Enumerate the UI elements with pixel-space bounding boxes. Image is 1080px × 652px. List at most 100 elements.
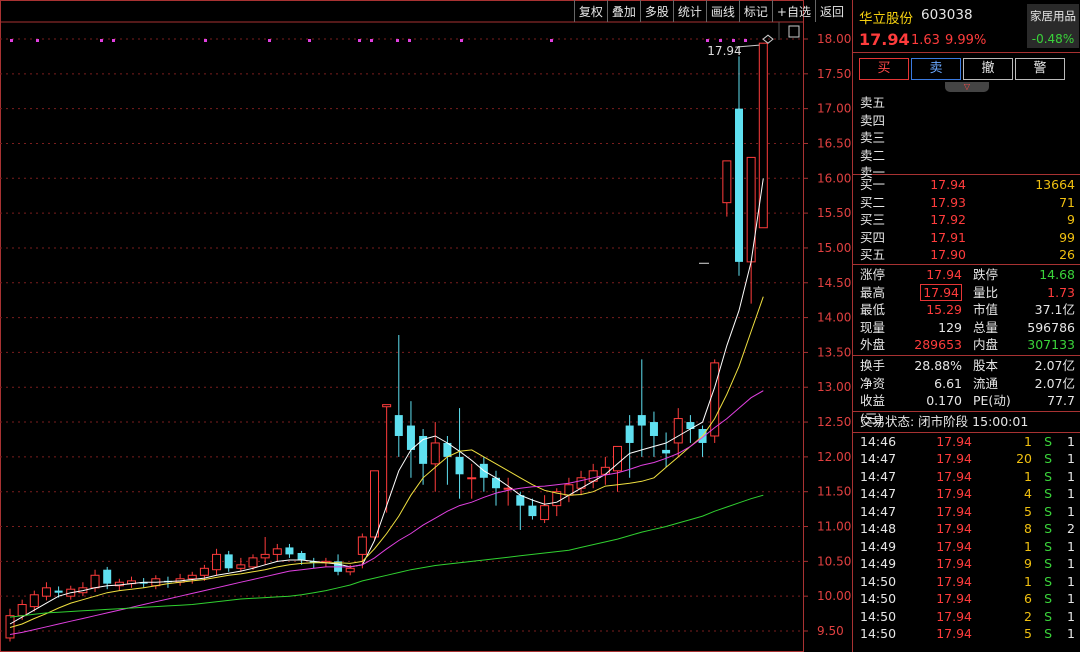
limit-up-label: 涨停 (860, 266, 886, 282)
moving-average-line (9, 178, 764, 625)
chart-window-toggle-icon (788, 25, 800, 38)
stock-price: 17.94 (859, 30, 910, 49)
collapse-chevron-icon[interactable]: ▽ (945, 82, 989, 92)
trade-count: 1 (1067, 468, 1075, 484)
candle-body (260, 553, 270, 559)
stock-header: 华立股份 603038 17.94 1.63 9.99% 家居用品 -0.48% (853, 0, 1080, 53)
toolbar-draw-button[interactable]: 画线 (705, 0, 739, 22)
candle-body (722, 160, 732, 204)
shares-label: 股本 (973, 357, 999, 373)
quote-row: 涨停 17.94 跌停 14.68 (853, 266, 1080, 284)
sector-pct: -0.48% (1031, 32, 1075, 46)
event-marker (408, 39, 411, 42)
cur-vol-value: 129 (938, 319, 962, 335)
trade-time: 14:46 (860, 433, 897, 449)
y-tick-label: 10.00 (817, 589, 851, 603)
buy-level-label: 买五 (860, 247, 886, 263)
event-marker (396, 39, 399, 42)
event-marker (112, 39, 115, 42)
vol-ratio-label: 量比 (973, 284, 999, 300)
trade-count: 1 (1067, 556, 1075, 572)
trade-price: 17.94 (936, 486, 972, 502)
buy-level-price: 17.92 (930, 212, 966, 228)
sell-button[interactable]: 卖 (911, 58, 961, 80)
limit-down-value: 14.68 (1039, 266, 1075, 282)
trade-row: 14:47 17.94 20 S 1 (853, 450, 1080, 468)
sector-badge[interactable]: 家居用品 -0.48% (1027, 4, 1079, 48)
trade-volume: 5 (1024, 626, 1032, 642)
low-value: 15.29 (926, 302, 962, 318)
trade-time: 14:47 (860, 468, 897, 484)
stock-name: 华立股份 (859, 11, 913, 27)
buy-level-price: 17.90 (930, 247, 966, 263)
trade-count: 1 (1067, 503, 1075, 519)
trade-volume: 2 (1024, 608, 1032, 624)
trade-volume: 4 (1024, 486, 1032, 502)
toolbar-adjust-button[interactable]: 复权 (573, 0, 607, 22)
low-label: 最低 (860, 302, 886, 318)
kline-chart-area[interactable]: 18.00 17.50 17.00 16.50 16.00 15.50 15.00 14.50… (0, 0, 852, 652)
trade-volume: 1 (1024, 468, 1032, 484)
toolbar-add-watchlist-button[interactable]: +自选 (771, 0, 815, 22)
trade-price: 17.94 (936, 521, 972, 537)
y-tick-label: 12.00 (817, 450, 851, 464)
y-tick-label: 14.00 (817, 311, 851, 325)
turnover-label: 换手 (860, 357, 886, 373)
candle-body (673, 418, 683, 444)
cancel-order-button[interactable]: 撤 (963, 58, 1013, 80)
y-tick-label: 11.00 (817, 520, 851, 534)
trade-price: 17.94 (936, 451, 972, 467)
trade-volume: 1 (1024, 573, 1032, 589)
event-marker (10, 39, 13, 42)
buy-level-volume: 99 (1059, 229, 1075, 245)
trade-side: S (1044, 538, 1052, 554)
trade-time: 14:47 (860, 503, 897, 519)
y-tick-label: 16.00 (817, 171, 851, 185)
candle-body (224, 554, 233, 569)
sell-levels: 卖五 卖四 卖三 卖二 卖一 (853, 92, 1080, 180)
sell-level-3: 卖三 (860, 130, 886, 146)
quote-row: 外盘 289653 内盘 307133 (853, 336, 1080, 354)
buy-button[interactable]: 买 (859, 58, 909, 80)
toolbar-multi-stock-button[interactable]: 多股 (639, 0, 673, 22)
candle-body (528, 505, 537, 517)
candle-body (662, 449, 671, 454)
trade-time: 14:48 (860, 521, 897, 537)
alert-button[interactable]: 警 (1015, 58, 1065, 80)
nav-value: 6.61 (934, 375, 962, 391)
candle-body (625, 425, 634, 443)
y-tick-label: 15.00 (817, 241, 851, 255)
trade-row: 14:48 17.94 8 S 2 (853, 520, 1080, 538)
candle-body (212, 553, 222, 571)
candle-body (103, 569, 112, 584)
candle-body (29, 594, 39, 608)
y-tick-label: 13.00 (817, 380, 851, 394)
event-marker (732, 39, 735, 42)
buy-level-label: 买四 (860, 229, 886, 245)
trade-price: 17.94 (936, 538, 972, 554)
total-vol-value: 596786 (1027, 319, 1075, 335)
pe-label: PE(动) (973, 393, 1011, 409)
trade-volume: 20 (1016, 451, 1032, 467)
toolbar-overlay-button[interactable]: 叠加 (606, 0, 640, 22)
tick-trades-list[interactable]: 14:46 17.94 1 S 1 14:47 17.94 20 S 1 14:47 17.94 1 S 1… (853, 433, 1080, 643)
trade-row: 14:49 17.94 9 S 1 (853, 555, 1080, 573)
candle-body (17, 604, 27, 617)
quote-row: 最低 15.29 市值 37.1亿 (853, 301, 1080, 319)
peak-price-label: 17.94 (707, 44, 741, 58)
toolbar-mark-button[interactable]: 标记 (738, 0, 772, 22)
kline-chart[interactable]: 18.00 17.50 17.00 16.50 16.00 15.50 15.00 14.50… (0, 0, 852, 652)
trade-time: 14:50 (860, 626, 897, 642)
buy-level-row: 买一 17.94 13664 (853, 176, 1080, 194)
stock-code: 603038 (921, 7, 973, 23)
trade-count: 1 (1067, 538, 1075, 554)
y-tick-label: 14.50 (817, 276, 851, 290)
toolbar-back-button[interactable]: 返回 (814, 0, 848, 22)
candle-body (467, 477, 477, 480)
trade-side: S (1044, 521, 1052, 537)
y-tick-label: 18.00 (817, 32, 851, 46)
trade-time: 14:50 (860, 573, 897, 589)
trade-volume: 8 (1024, 521, 1032, 537)
toolbar-stats-button[interactable]: 统计 (672, 0, 706, 22)
trade-price: 17.94 (936, 503, 972, 519)
